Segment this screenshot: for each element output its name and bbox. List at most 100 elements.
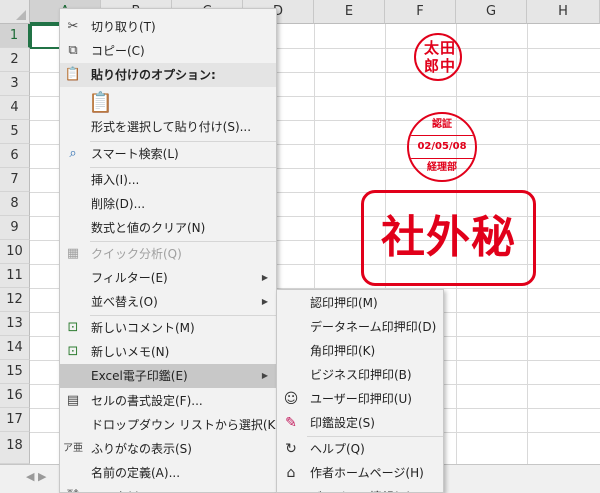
clipboard-icon: 📋 (64, 67, 82, 82)
column-header-h[interactable]: H (527, 0, 600, 24)
menu-item-quick-analysis: ▦ クイック分析(Q) (60, 242, 276, 266)
menu-item-label: 新しいコメント(M) (91, 321, 195, 335)
format-cells-icon: ▤ (66, 393, 80, 408)
select-all-corner[interactable] (0, 0, 30, 24)
submenu-item-version-info[interactable]: ▬ バージョン情報(V) (277, 485, 443, 492)
submenu-item-square-stamp[interactable]: 角印押印(K) (277, 339, 443, 363)
menu-item-excel-stamp[interactable]: Excel電子印鑑(E) ▶ (60, 364, 276, 388)
stamp-divider (409, 158, 475, 159)
row-header-5[interactable]: 5 (0, 120, 30, 144)
submenu-item-stamp-settings[interactable]: ✎ 印鑑設定(S) (277, 411, 443, 435)
submenu-item-author-home[interactable]: ⌂ 作者ホームページ(H) (277, 461, 443, 485)
column-header-f[interactable]: F (385, 0, 456, 24)
help-icon: ↻ (285, 441, 297, 457)
menu-item-label: ヘルプ(Q) (310, 442, 365, 456)
menu-item-label: ビジネス印押印(B) (310, 368, 412, 382)
menu-item-copy[interactable]: ⧉ コピー(C) (60, 39, 276, 63)
menu-item-label: ユーザー印押印(U) (310, 392, 412, 406)
context-menu: ✂ 切り取り(T) ⧉ コピー(C) 📋 貼り付けのオプション: 📋 形式を選択… (59, 8, 277, 493)
row-header-14[interactable]: 14 (0, 336, 30, 360)
row-header-4[interactable]: 4 (0, 96, 30, 120)
menu-item-new-comment[interactable]: ⊡ 新しいコメント(M) (60, 316, 276, 340)
stamp-divider (409, 135, 475, 136)
column-header-g[interactable]: G (456, 0, 527, 24)
paste-options-header: 📋 貼り付けのオプション: (60, 63, 276, 87)
menu-item-label: フィルター(E) (91, 271, 168, 285)
row-header-2[interactable]: 2 (0, 48, 30, 72)
menu-item-label: 削除(D)... (91, 197, 146, 211)
menu-item-new-note[interactable]: ⊡ 新しいメモ(N) (60, 340, 276, 364)
new-note-icon: ⊡ (67, 344, 79, 359)
menu-item-label: クイック分析(Q) (91, 247, 182, 261)
submenu-item-dataname-stamp[interactable]: データネーム印押印(D) (277, 315, 443, 339)
row-header-13[interactable]: 13 (0, 312, 30, 336)
menu-item-label: 貼り付けのオプション: (91, 68, 216, 82)
menu-item-smart-lookup[interactable]: ⌕ スマート検索(L) (60, 142, 276, 166)
menu-item-label: 印鑑設定(S) (310, 416, 375, 430)
menu-item-insert[interactable]: 挿入(I)... (60, 168, 276, 192)
menu-item-label: 名前の定義(A)... (91, 466, 181, 480)
row-header-7[interactable]: 7 (0, 168, 30, 192)
menu-item-label: 切り取り(T) (91, 20, 156, 34)
menu-item-label: 数式と値のクリア(N) (91, 221, 206, 235)
submenu-arrow-icon: ▶ (261, 371, 268, 380)
excel-stamp-submenu: 認印押印(M) データネーム印押印(D) 角印押印(K) ビジネス印押印(B) … (276, 289, 444, 493)
row-header-12[interactable]: 12 (0, 288, 30, 312)
menu-item-paste-special[interactable]: 形式を選択して貼り付け(S)... (60, 115, 276, 139)
row-header-10[interactable]: 10 (0, 240, 30, 264)
menu-item-clear-contents[interactable]: 数式と値のクリア(N) (60, 216, 276, 240)
submenu-arrow-icon: ▶ (261, 273, 268, 282)
menu-item-label: 挿入(I)... (91, 173, 140, 187)
row-header-1[interactable]: 1 (0, 24, 30, 48)
menu-item-label: セルの書式設定(F)... (91, 394, 203, 408)
row-header-9[interactable]: 9 (0, 216, 30, 240)
menu-item-label: 作者ホームページ(H) (310, 466, 424, 480)
menu-item-define-name[interactable]: 名前の定義(A)... (60, 461, 276, 485)
search-icon: ⌕ (69, 146, 77, 161)
menu-item-label: ふりがなの表示(S) (91, 442, 192, 456)
menu-item-link[interactable]: ⛓ リンク(I) (60, 485, 276, 492)
submenu-item-recognized-stamp[interactable]: 認印押印(M) (277, 291, 443, 315)
name-stamp[interactable]: 太 田 郎 中 (414, 33, 462, 81)
menu-item-cut[interactable]: ✂ 切り取り(T) (60, 15, 276, 39)
menu-item-filter[interactable]: フィルター(E) ▶ (60, 266, 276, 290)
phonetic-icon: ア亜 (63, 443, 83, 454)
menu-item-sort[interactable]: 並べ替え(O) ▶ (60, 290, 276, 314)
menu-item-label: 並べ替え(O) (91, 295, 158, 309)
menu-item-phonetic[interactable]: ア亜 ふりがなの表示(S) (60, 437, 276, 461)
paste-icon[interactable]: 📋 (88, 89, 113, 115)
row-header-8[interactable]: 8 (0, 192, 30, 216)
menu-item-label: Excel電子印鑑(E) (91, 369, 188, 383)
home-icon: ⌂ (286, 465, 296, 481)
link-icon: ⛓ (60, 485, 86, 492)
row-header-11[interactable]: 11 (0, 264, 30, 288)
row-header-15[interactable]: 15 (0, 360, 30, 384)
menu-item-delete[interactable]: 削除(D)... (60, 192, 276, 216)
date-stamp-bottom: 経理部 (427, 162, 457, 173)
date-stamp[interactable]: 認証 02/05/08 経理部 (407, 112, 477, 182)
quick-analysis-icon: ▦ (66, 246, 80, 261)
column-header-e[interactable]: E (314, 0, 385, 24)
row-header-16[interactable]: 16 (0, 384, 30, 408)
row-header-18[interactable]: 18 (0, 432, 30, 464)
submenu-arrow-icon: ▶ (261, 297, 268, 306)
submenu-item-help[interactable]: ↻ ヘルプ(Q) (277, 437, 443, 461)
menu-item-pick-from-dropdown[interactable]: ドロップダウン リストから選択(K)... (60, 413, 276, 437)
scissors-icon: ✂ (67, 19, 79, 34)
stamp-char: 中 (440, 57, 456, 75)
menu-item-format-cells[interactable]: ▤ セルの書式設定(F)... (60, 389, 276, 413)
date-stamp-top: 認証 (432, 119, 452, 130)
stamp-char: 郎 (424, 57, 440, 75)
stamp-char: 田 (440, 39, 456, 57)
menu-item-label: コピー(C) (91, 44, 145, 58)
confidential-stamp[interactable]: 社外秘 (361, 190, 536, 286)
submenu-item-business-stamp[interactable]: ビジネス印押印(B) (277, 363, 443, 387)
stamp-char: 太 (424, 39, 440, 57)
row-header-3[interactable]: 3 (0, 72, 30, 96)
menu-item-label: ドロップダウン リストから選択(K)... (91, 418, 277, 432)
row-header-17[interactable]: 17 (0, 408, 30, 432)
copy-icon: ⧉ (68, 43, 78, 58)
row-header-6[interactable]: 6 (0, 144, 30, 168)
submenu-item-user-stamp[interactable]: ☺ ユーザー印押印(U) (277, 387, 443, 411)
menu-item-label: 角印押印(K) (310, 344, 376, 358)
